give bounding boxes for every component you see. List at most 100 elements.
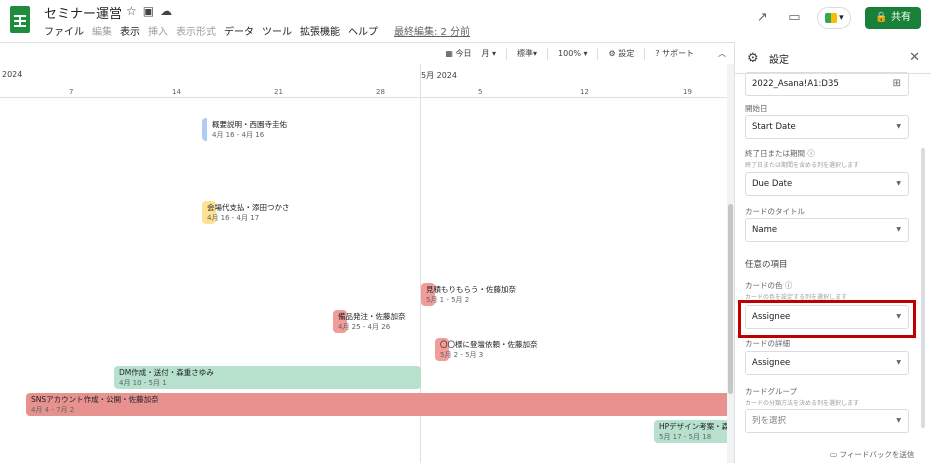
menu-data[interactable]: データ xyxy=(224,23,254,38)
timeline-card[interactable]: 備品発注・佐藤加奈 4月 25 - 4月 26 xyxy=(333,310,406,333)
today-label: 今日 xyxy=(455,49,472,58)
scale-select[interactable]: 月 ▾ xyxy=(481,48,496,59)
card-dates: 5月 1 - 5月 2 xyxy=(426,296,470,304)
day-label: 14 xyxy=(172,88,181,96)
panel-scrollbar[interactable] xyxy=(921,148,925,428)
info-icon[interactable]: ⓘ xyxy=(785,281,793,290)
menu-bar: ファイル 編集 表示 挿入 表示形式 データ ツール 拡張機能 ヘルプ 最終編集… xyxy=(44,23,470,38)
card-detail-label: カードの詳細 xyxy=(745,339,790,348)
last-edit-link[interactable]: 最終編集: 2 分前 xyxy=(394,23,470,38)
star-icon[interactable]: ☆ xyxy=(126,4,143,18)
card-color-label-text: カードの色 xyxy=(745,281,783,290)
help-icon: ? xyxy=(655,49,660,58)
card-dates: 5月 2 - 5月 3 xyxy=(440,351,484,359)
support-button[interactable]: ? サポート xyxy=(655,48,694,59)
card-title: 概要説明・西園寺圭佑 xyxy=(212,120,287,129)
toolbar-divider xyxy=(506,47,508,60)
density-select[interactable]: 標準▾ xyxy=(517,48,537,59)
menu-view[interactable]: 表示 xyxy=(120,23,140,38)
card-dates: 5月 17 - 5月 18 xyxy=(659,433,712,441)
menu-tools[interactable]: ツール xyxy=(262,23,292,38)
share-button[interactable]: 🔒 共有 xyxy=(865,7,921,29)
timeline-card[interactable]: 〇〇様に登壇依頼・佐藤加奈 5月 2 - 5月 3 xyxy=(435,338,538,361)
timeline-card[interactable]: HPデザイン考案・森 5月 17 - 5月 18 xyxy=(654,420,727,443)
menu-extensions[interactable]: 拡張機能 xyxy=(300,23,340,38)
sheets-logo-icon[interactable] xyxy=(10,6,30,33)
timeline-card[interactable]: DM作成・送付・森重さゆみ 4月 10 - 5月 1 xyxy=(114,366,421,389)
card-title: SNSアカウント作成・公開・佐藤加奈 xyxy=(31,395,159,404)
start-date-select[interactable]: Start Date ▼ xyxy=(745,115,909,139)
zoom-select[interactable]: 100% ▾ xyxy=(558,49,587,58)
card-dates: 4月 16 - 4月 17 xyxy=(207,214,260,222)
dropdown-caret-icon: ▼ xyxy=(896,417,901,424)
timeline-card[interactable]: SNSアカウント作成・公開・佐藤加奈 4月 4 - 7月 2 xyxy=(26,393,727,416)
timeline-card[interactable]: 見積もりもらう・佐藤加奈 5月 1 - 5月 2 xyxy=(421,283,516,306)
card-detail-value: Assignee xyxy=(752,358,791,368)
toolbar-divider xyxy=(547,47,549,60)
move-folder-icon[interactable]: ▣ xyxy=(143,4,160,18)
chevron-down-icon: ▾ xyxy=(839,13,844,23)
collapse-chevron-icon[interactable]: ︿ xyxy=(718,48,726,59)
feedback-link[interactable]: ▭ フィードバックを送信 xyxy=(830,449,914,460)
highlight-box xyxy=(738,300,916,338)
document-title[interactable]: セミナー運営 xyxy=(44,3,122,22)
header-tools: ↗ ▭ ▾ 🔒 共有 xyxy=(753,7,921,29)
card-dates: 4月 25 - 4月 26 xyxy=(338,323,391,331)
panel-header: ⚙ 設定 ✕ xyxy=(735,42,931,74)
timeline-scrollbar[interactable] xyxy=(727,64,734,463)
timeline-view[interactable]: 2024 5月 2024 7 14 21 28 5 12 19 概要説明・西園寺… xyxy=(0,64,727,463)
card-title-select[interactable]: Name ▼ xyxy=(745,218,909,242)
end-date-hint: 終了日または期間を含める列を選択します xyxy=(745,162,860,169)
close-icon[interactable]: ✕ xyxy=(909,50,920,65)
menu-file[interactable]: ファイル xyxy=(44,23,84,38)
day-label: 5 xyxy=(478,88,483,96)
card-title-value: Name xyxy=(752,225,778,235)
scale-label: 月 xyxy=(481,49,490,58)
card-title: DM作成・送付・森重さゆみ xyxy=(119,368,214,377)
activity-trend-icon[interactable]: ↗ xyxy=(753,9,771,27)
scrollbar-thumb[interactable] xyxy=(728,204,733,394)
menu-help[interactable]: ヘルプ xyxy=(348,23,378,38)
month-label: 2024 xyxy=(2,70,23,79)
card-title: 備品発注・佐藤加奈 xyxy=(338,312,406,321)
card-group-select[interactable]: 列を選択 ▼ xyxy=(745,409,909,433)
toolbar-divider xyxy=(644,47,646,60)
card-group-placeholder: 列を選択 xyxy=(752,416,787,426)
menu-format[interactable]: 表示形式 xyxy=(176,23,216,38)
grid-select-icon[interactable]: ⊞ xyxy=(893,73,901,95)
timeline-card[interactable]: 会場代支払・添田つかさ 4月 16 - 4月 17 xyxy=(202,201,290,224)
top-bar: セミナー運営 ☆▣☁ ファイル 編集 表示 挿入 表示形式 データ ツール 拡張… xyxy=(0,0,931,42)
data-range-field[interactable]: 2022_Asana!A1:D35 ⊞ xyxy=(745,72,909,96)
settings-button[interactable]: ⚙ 設定 xyxy=(608,48,634,59)
gear-icon: ⚙ xyxy=(747,51,759,66)
month-label: 5月 2024 xyxy=(421,71,457,80)
meet-camera-icon xyxy=(825,13,838,23)
feedback-label: フィードバックを送信 xyxy=(839,450,915,459)
calendar-icon: ▦ xyxy=(445,49,453,58)
card-title-label: カードのタイトル xyxy=(745,207,805,216)
day-label: 19 xyxy=(683,88,692,96)
start-date-value: Start Date xyxy=(752,122,796,132)
dropdown-caret-icon: ▼ xyxy=(896,359,901,366)
density-label: 標準 xyxy=(517,49,534,58)
info-icon[interactable]: ⓘ xyxy=(807,149,815,158)
day-label: 21 xyxy=(274,88,283,96)
zoom-label: 100% xyxy=(558,49,581,58)
card-color-label: カードの色 ⓘ xyxy=(745,280,792,291)
card-dates: 4月 16 - 4月 16 xyxy=(212,131,265,139)
card-title: 会場代支払・添田つかさ xyxy=(207,203,290,212)
meet-button[interactable]: ▾ xyxy=(817,7,852,29)
day-label: 28 xyxy=(376,88,385,96)
card-title: 見積もりもらう・佐藤加奈 xyxy=(426,285,516,294)
card-dates: 4月 4 - 7月 2 xyxy=(31,406,75,414)
menu-edit[interactable]: 編集 xyxy=(92,23,112,38)
timeline-card[interactable]: 概要説明・西園寺圭佑 4月 16 - 4月 16 xyxy=(202,118,312,141)
today-button[interactable]: ▦ 今日 xyxy=(445,48,471,59)
card-detail-select[interactable]: Assignee ▼ xyxy=(745,351,909,375)
optional-section-title: 任意の項目 xyxy=(745,260,788,270)
menu-insert[interactable]: 挿入 xyxy=(148,23,168,38)
card-group-label: カードグループ xyxy=(745,387,798,396)
end-date-select[interactable]: Due Date ▼ xyxy=(745,172,909,196)
comments-icon[interactable]: ▭ xyxy=(785,9,803,27)
cloud-status-icon[interactable]: ☁ xyxy=(160,4,178,18)
